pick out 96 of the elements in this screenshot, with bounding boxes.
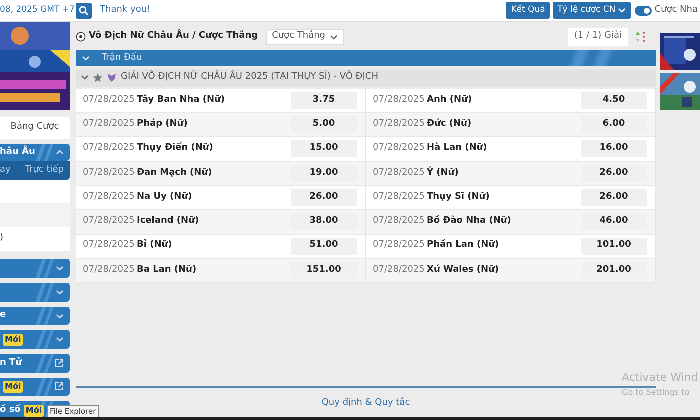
odds-button[interactable]: 19.00: [291, 164, 357, 182]
sidebar-menu-item[interactable]: Mới: [0, 330, 70, 350]
team-name: Tây Ban Nha (Nữ): [137, 94, 226, 107]
chevron-down-icon: [56, 314, 64, 319]
team-name: Xứ Wales (Nữ): [427, 264, 500, 277]
odds-button[interactable]: 15.00: [291, 140, 357, 158]
sidebar-menu-item[interactable]: [0, 259, 70, 278]
chevron-down-icon: [618, 8, 626, 13]
league-count: (1 / 1) Giải: [568, 28, 628, 46]
results-button[interactable]: Kết Quả: [506, 2, 550, 19]
match-date: 07/28/2025: [83, 166, 136, 180]
league-name: GIẢI VÔ ĐỊCH NỮ CHÂU ÂU 2025 (TẠI THỤY SĨ) - VÔ ĐỊCH: [121, 70, 378, 84]
team-name: Thụy Sĩ (Nữ): [427, 190, 491, 204]
chevron-down-icon: [56, 290, 64, 295]
odds-button[interactable]: 6.00: [581, 116, 647, 134]
team-name: Bồ Đào Nha (Nữ): [427, 215, 512, 228]
team-name: Hà Lan (Nữ): [427, 142, 488, 156]
team-name: Đức (Nữ): [427, 118, 473, 131]
team-name: Phần Lan (Nữ): [427, 239, 500, 252]
rules-link[interactable]: Quy định & Quy tắc: [322, 397, 410, 411]
soccer-ball-icon: [76, 32, 86, 42]
match-date: 07/28/2025: [373, 166, 426, 180]
match-date: 07/28/2025: [373, 94, 426, 107]
odds-button[interactable]: 3.75: [291, 92, 357, 109]
match-date: 07/28/2025: [83, 264, 136, 277]
team-name: Ý (Nữ): [427, 166, 460, 180]
section-tab[interactable]: Trực tiếp: [25, 164, 64, 178]
odds-button[interactable]: 46.00: [581, 213, 647, 230]
team-name: Đan Mạch (Nữ): [137, 166, 214, 180]
match-date: 07/28/2025: [83, 118, 136, 131]
date-time-label: 08, 2025 GMT +7: [0, 4, 76, 17]
toggle-switch[interactable]: [635, 6, 652, 16]
team-name: Thụy Điển (Nữ): [137, 142, 214, 156]
odds-button[interactable]: 51.00: [291, 238, 357, 255]
team-name: Pháp (Nữ): [137, 118, 189, 131]
section-header[interactable]: hâu Âu: [0, 144, 70, 162]
team-name: Iceland (Nữ): [137, 215, 200, 228]
os-activation-subtitle: Go to Settings to: [622, 386, 691, 398]
league-header[interactable]: GIẢI VÔ ĐỊCH NỮ CHÂU ÂU 2025 (TẠI THỤY SĨ) - VÔ ĐỊCH: [76, 68, 656, 86]
match-date: 07/28/2025: [83, 94, 136, 107]
new-badge: Mới: [3, 334, 24, 346]
match-date: 07/28/2025: [83, 142, 136, 156]
match-date: 07/28/2025: [373, 264, 426, 277]
new-badge: Mới: [24, 404, 44, 417]
menu-item-label: n Tử: [0, 356, 22, 370]
new-badge: Mới: [3, 380, 24, 393]
team-name: Na Uy (Nữ): [137, 190, 194, 204]
sidebar-tab[interactable]: Bảng Cược: [0, 117, 70, 139]
section-bar-title: Trận Đấu: [102, 52, 142, 64]
chevron-down-icon: [330, 34, 338, 40]
match-date: 07/28/2025: [373, 239, 426, 252]
odds-button[interactable]: 101.00: [581, 238, 647, 255]
sidebar-list-item[interactable]: [0, 180, 70, 204]
sidebar-menu-item[interactable]: n Tử: [0, 354, 70, 373]
bet-type-select[interactable]: Cược Thắng: [266, 29, 344, 45]
chevron-down-icon: [82, 56, 90, 61]
odds-button[interactable]: 201.00: [581, 262, 647, 279]
match-date: 07/28/2025: [373, 142, 426, 156]
toggle-label: Cược Nha: [654, 4, 698, 17]
match-date: 07/28/2025: [373, 190, 426, 204]
os-activation-title: Activate Wind: [622, 370, 700, 386]
match-date: 07/28/2025: [83, 239, 136, 252]
team-name: Bỉ (Nữ): [137, 239, 174, 252]
match-date: 07/28/2025: [83, 215, 136, 228]
odds-button[interactable]: 38.00: [291, 213, 357, 230]
breadcrumb-title: Vô Địch Nữ Châu Âu / Cược Thắng: [89, 30, 258, 44]
sidebar-menu-item[interactable]: Mới: [0, 378, 70, 396]
menu-item-label: e: [0, 309, 6, 322]
odds-format-button[interactable]: Tỷ lệ cược CN: [552, 2, 631, 19]
sort-icon: [636, 31, 646, 43]
chevron-up-icon: [56, 150, 64, 155]
chevron-down-icon: [56, 337, 64, 342]
odds-button[interactable]: 26.00: [581, 189, 647, 206]
external-link-icon: [55, 382, 64, 392]
odds-button[interactable]: 5.00: [291, 116, 357, 134]
chevron-down-icon: [56, 266, 64, 272]
odds-button[interactable]: 26.00: [581, 164, 647, 182]
search-icon: [79, 6, 89, 16]
team-name: Anh (Nữ): [427, 94, 474, 107]
match-date: 07/28/2025: [373, 118, 426, 131]
search-button[interactable]: [76, 2, 92, 18]
section-title: hâu Âu: [0, 146, 36, 159]
external-link-icon: [55, 358, 64, 368]
trophy-shield-icon: [107, 72, 117, 82]
odds-button[interactable]: 26.00: [291, 189, 357, 206]
menu-item-label: ố số: [0, 404, 21, 417]
section-tab[interactable]: ay: [0, 164, 11, 178]
sidebar-list-item[interactable]: ): [0, 227, 70, 251]
odds-button[interactable]: 16.00: [581, 140, 647, 158]
odds-button[interactable]: 4.50: [581, 92, 647, 109]
match-date: 07/28/2025: [373, 215, 426, 228]
sidebar-menu-item[interactable]: e: [0, 306, 70, 326]
match-date: 07/28/2025: [83, 190, 136, 204]
odds-button[interactable]: 151.00: [291, 262, 357, 279]
section-bar[interactable]: Trận Đấu: [76, 50, 656, 66]
team-name: Ba Lan (Nữ): [137, 264, 198, 277]
